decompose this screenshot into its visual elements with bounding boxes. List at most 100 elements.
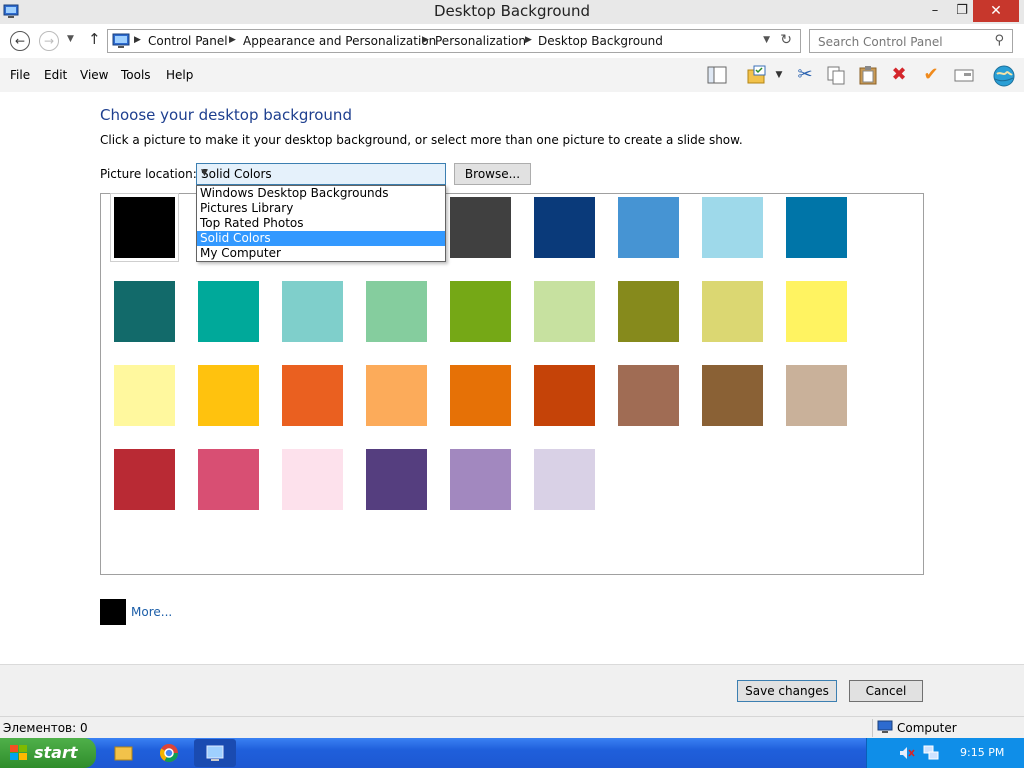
save-changes-button[interactable]: Save changes — [737, 680, 837, 702]
breadcrumb-personalization[interactable]: Personalization — [435, 34, 526, 48]
cancel-button[interactable]: Cancel — [849, 680, 923, 702]
folder-properties-icon[interactable] — [746, 64, 768, 86]
dropdown-option[interactable]: Windows Desktop Backgrounds — [197, 186, 445, 201]
close-button[interactable]: ✕ — [973, 0, 1019, 22]
system-tray: 9:15 PM — [866, 738, 1024, 768]
chrome-taskbar-button[interactable] — [148, 739, 190, 767]
search-box[interactable]: Search Control Panel ⚲ — [809, 29, 1013, 53]
color-swatch[interactable] — [534, 197, 595, 258]
color-swatch[interactable] — [450, 281, 511, 342]
menu-bar: File Edit View Tools Help ▼ ✂ ✖ ✔ — [0, 58, 1024, 92]
menu-edit[interactable]: Edit — [44, 68, 67, 82]
search-input[interactable]: Search Control Panel — [818, 35, 943, 49]
refresh-icon[interactable]: ↻ — [780, 32, 792, 48]
globe-icon[interactable] — [992, 64, 1015, 87]
up-level-button[interactable]: ↑ — [88, 30, 101, 48]
color-swatch[interactable] — [198, 281, 259, 342]
menu-help[interactable]: Help — [166, 68, 193, 82]
breadcrumb-appearance[interactable]: Appearance and Personalization — [243, 34, 436, 48]
clock[interactable]: 9:15 PM — [960, 746, 1004, 759]
delete-icon[interactable]: ✖ — [888, 64, 910, 86]
color-swatch[interactable] — [114, 281, 175, 342]
color-swatch[interactable] — [366, 365, 427, 426]
back-button[interactable]: ← — [10, 31, 30, 51]
color-swatch[interactable] — [198, 365, 259, 426]
address-bar[interactable]: ▶ Control Panel ▶ Appearance and Persona… — [107, 29, 801, 53]
color-swatch[interactable] — [786, 281, 847, 342]
address-dropdown-icon[interactable]: ▼ — [763, 35, 770, 45]
color-swatch[interactable] — [114, 365, 175, 426]
search-icon[interactable]: ⚲ — [994, 33, 1004, 48]
dropdown-option[interactable]: Solid Colors — [197, 231, 445, 246]
control-panel-icon — [206, 745, 224, 761]
menu-file[interactable]: File — [10, 68, 30, 82]
breadcrumb-control-panel[interactable]: Control Panel — [148, 34, 228, 48]
minimize-button[interactable]: – — [920, 0, 950, 22]
navigation-bar: ← → ▼ ↑ ▶ Control Panel ▶ Appearance and… — [0, 24, 1024, 58]
color-swatch[interactable] — [786, 197, 847, 258]
chevron-right-icon[interactable]: ▶ — [422, 35, 429, 45]
menu-tools[interactable]: Tools — [121, 68, 151, 82]
control-panel-window: Desktop Background – ❐ ✕ ← → ▼ ↑ ▶ Contr… — [0, 0, 1024, 768]
color-swatch[interactable] — [702, 281, 763, 342]
color-swatch[interactable] — [110, 193, 179, 262]
chevron-right-icon[interactable]: ▶ — [229, 35, 236, 45]
checkmark-icon[interactable]: ✔ — [920, 64, 942, 86]
status-divider — [872, 719, 873, 737]
color-swatch[interactable] — [282, 365, 343, 426]
color-swatch[interactable] — [282, 281, 343, 342]
dropdown-option[interactable]: Top Rated Photos — [197, 216, 445, 231]
recent-pages-dropdown-icon[interactable]: ▼ — [67, 34, 74, 44]
layout-icon[interactable] — [706, 64, 728, 86]
start-label: start — [34, 743, 78, 762]
color-swatch[interactable] — [534, 449, 595, 510]
chevron-right-icon[interactable]: ▶ — [525, 35, 532, 45]
computer-icon — [877, 720, 893, 733]
color-swatch[interactable] — [282, 449, 343, 510]
color-swatch[interactable] — [366, 449, 427, 510]
chrome-icon — [159, 744, 178, 763]
color-swatch[interactable] — [534, 281, 595, 342]
color-swatch[interactable] — [450, 365, 511, 426]
chevron-right-icon: ▶ — [134, 35, 141, 45]
picture-location-label: Picture location: — [100, 167, 197, 181]
paste-icon[interactable] — [857, 64, 879, 86]
custom-color-swatch[interactable] — [100, 599, 126, 625]
forward-button[interactable]: → — [39, 31, 59, 51]
color-swatch[interactable] — [618, 197, 679, 258]
menu-view[interactable]: View — [80, 68, 108, 82]
email-icon[interactable] — [953, 64, 975, 86]
copy-icon[interactable] — [825, 64, 847, 86]
action-footer: Save changes Cancel — [0, 664, 1024, 716]
color-swatch[interactable] — [114, 449, 175, 510]
title-bar: Desktop Background – ❐ ✕ — [0, 0, 1024, 24]
browse-button[interactable]: Browse... — [454, 163, 531, 185]
chevron-down-icon[interactable]: ▼ — [772, 64, 786, 86]
volume-muted-icon[interactable] — [899, 746, 915, 760]
color-swatch[interactable] — [702, 197, 763, 258]
color-swatch[interactable] — [450, 449, 511, 510]
status-location: Computer — [897, 721, 957, 735]
color-swatch[interactable] — [618, 281, 679, 342]
color-swatch[interactable] — [450, 197, 511, 258]
taskbar: start 9:15 PM — [0, 738, 1024, 768]
windows-flag-icon — [10, 745, 27, 760]
dropdown-option[interactable]: My Computer — [197, 246, 445, 261]
dropdown-option[interactable]: Pictures Library — [197, 201, 445, 216]
color-swatch[interactable] — [786, 365, 847, 426]
color-swatch[interactable] — [618, 365, 679, 426]
color-swatch[interactable] — [366, 281, 427, 342]
color-swatch[interactable] — [702, 365, 763, 426]
picture-location-select[interactable]: Solid Colors ▼ — [196, 163, 446, 185]
control-panel-taskbar-button[interactable] — [194, 739, 236, 767]
network-icon[interactable] — [923, 745, 939, 761]
file-explorer-taskbar-button[interactable] — [102, 739, 144, 767]
breadcrumb-desktop-background[interactable]: Desktop Background — [538, 34, 663, 48]
chevron-down-icon[interactable]: ▼ — [201, 168, 441, 178]
more-colors-link[interactable]: More... — [131, 605, 172, 619]
color-swatch[interactable] — [534, 365, 595, 426]
color-swatch[interactable] — [198, 449, 259, 510]
cut-icon[interactable]: ✂ — [794, 64, 816, 86]
computer-icon — [112, 33, 130, 48]
start-button[interactable]: start — [0, 738, 96, 768]
